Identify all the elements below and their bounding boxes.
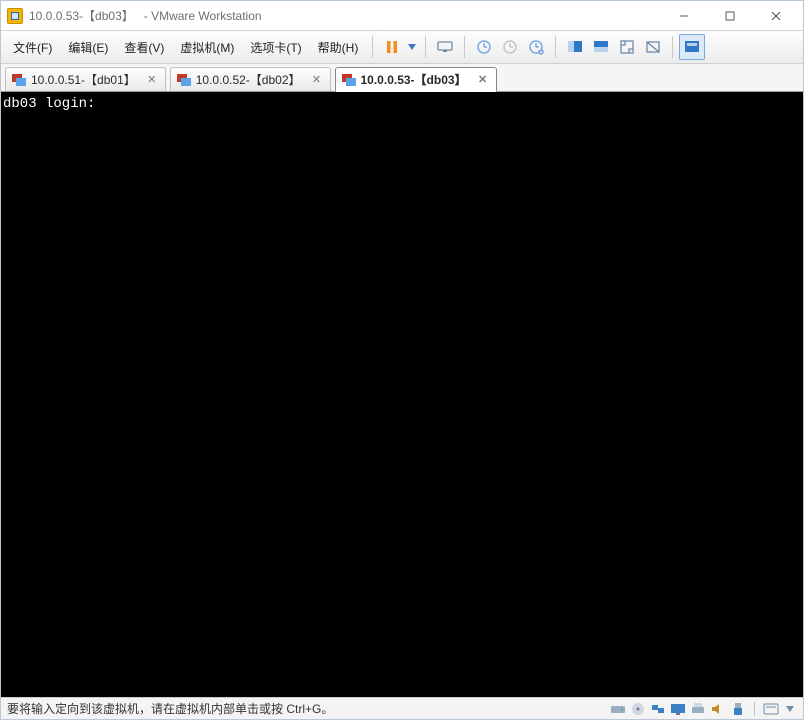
snapshot-manager-button[interactable] — [523, 34, 549, 60]
usb-icon[interactable] — [730, 701, 746, 717]
pause-vm-button[interactable] — [379, 34, 405, 60]
tab-db01[interactable]: 10.0.0.51-【db01】 ✕ — [5, 67, 166, 91]
toolbar-separator — [464, 36, 465, 58]
snapshot-revert-button[interactable] — [497, 34, 523, 60]
send-ctrl-alt-del-button[interactable] — [432, 34, 458, 60]
window-controls — [661, 2, 799, 30]
cdrom-icon[interactable] — [630, 701, 646, 717]
snapshot-take-button[interactable] — [471, 34, 497, 60]
menu-file[interactable]: 文件(F) — [5, 35, 60, 60]
tab-label: 10.0.0.52-【db02】 — [196, 71, 301, 88]
fit-guest-button[interactable] — [614, 34, 640, 60]
fullscreen-stretch-button[interactable] — [640, 34, 666, 60]
sound-icon[interactable] — [710, 701, 726, 717]
message-log-dropdown[interactable] — [783, 705, 797, 713]
display-icon[interactable] — [670, 701, 686, 717]
toolbar-separator — [425, 36, 426, 58]
fullscreen-button[interactable] — [679, 34, 705, 60]
minimize-button[interactable] — [661, 2, 707, 30]
tray-separator — [754, 702, 755, 716]
vm-icon — [342, 74, 356, 86]
menu-vm[interactable]: 虚拟机(M) — [172, 35, 242, 60]
toolbar-separator — [555, 36, 556, 58]
harddisk-icon[interactable] — [610, 701, 626, 717]
vm-console[interactable]: db03 login: — [1, 92, 803, 697]
close-button[interactable] — [753, 2, 799, 30]
toolbar-separator — [372, 36, 373, 58]
tab-db03[interactable]: 10.0.0.53-【db03】 ✕ — [335, 67, 497, 91]
tab-label: 10.0.0.51-【db01】 — [31, 71, 136, 88]
vm-icon — [12, 74, 26, 86]
tab-label: 10.0.0.53-【db03】 — [361, 71, 467, 88]
printer-icon[interactable] — [690, 701, 706, 717]
vmware-app-icon — [7, 8, 23, 24]
vm-icon — [177, 74, 191, 86]
titlebar: 10.0.0.53-【db03】 - VMware Workstation — [1, 1, 803, 31]
menu-edit[interactable]: 编辑(E) — [60, 35, 116, 60]
tab-db02[interactable]: 10.0.0.52-【db02】 ✕ — [170, 67, 331, 91]
maximize-button[interactable] — [707, 2, 753, 30]
app-window: 10.0.0.53-【db03】 - VMware Workstation 文件… — [0, 0, 804, 720]
tab-close-button[interactable]: ✕ — [310, 73, 324, 87]
view-unity-button[interactable] — [588, 34, 614, 60]
menu-help[interactable]: 帮助(H) — [310, 35, 367, 60]
power-dropdown[interactable] — [405, 43, 419, 51]
window-title: 10.0.0.53-【db03】 - VMware Workstation — [29, 7, 661, 24]
statusbar: 要将输入定向到该虚拟机，请在虚拟机内部单击或按 Ctrl+G。 — [1, 697, 803, 719]
menubar: 文件(F) 编辑(E) 查看(V) 虚拟机(M) 选项卡(T) 帮助(H) — [1, 31, 803, 64]
menu-tabs[interactable]: 选项卡(T) — [242, 35, 309, 60]
menu-view[interactable]: 查看(V) — [116, 35, 172, 60]
network-adapter-icon[interactable] — [650, 701, 666, 717]
tab-close-button[interactable]: ✕ — [145, 73, 159, 87]
statusbar-hint: 要将输入定向到该虚拟机，请在虚拟机内部单击或按 Ctrl+G。 — [7, 700, 333, 717]
message-log-icon[interactable] — [763, 701, 779, 717]
tab-close-button[interactable]: ✕ — [476, 73, 490, 87]
view-console-button[interactable] — [562, 34, 588, 60]
device-tray — [610, 701, 797, 717]
toolbar-separator — [672, 36, 673, 58]
vm-tabs: 10.0.0.51-【db01】 ✕ 10.0.0.52-【db02】 ✕ 10… — [1, 64, 803, 92]
